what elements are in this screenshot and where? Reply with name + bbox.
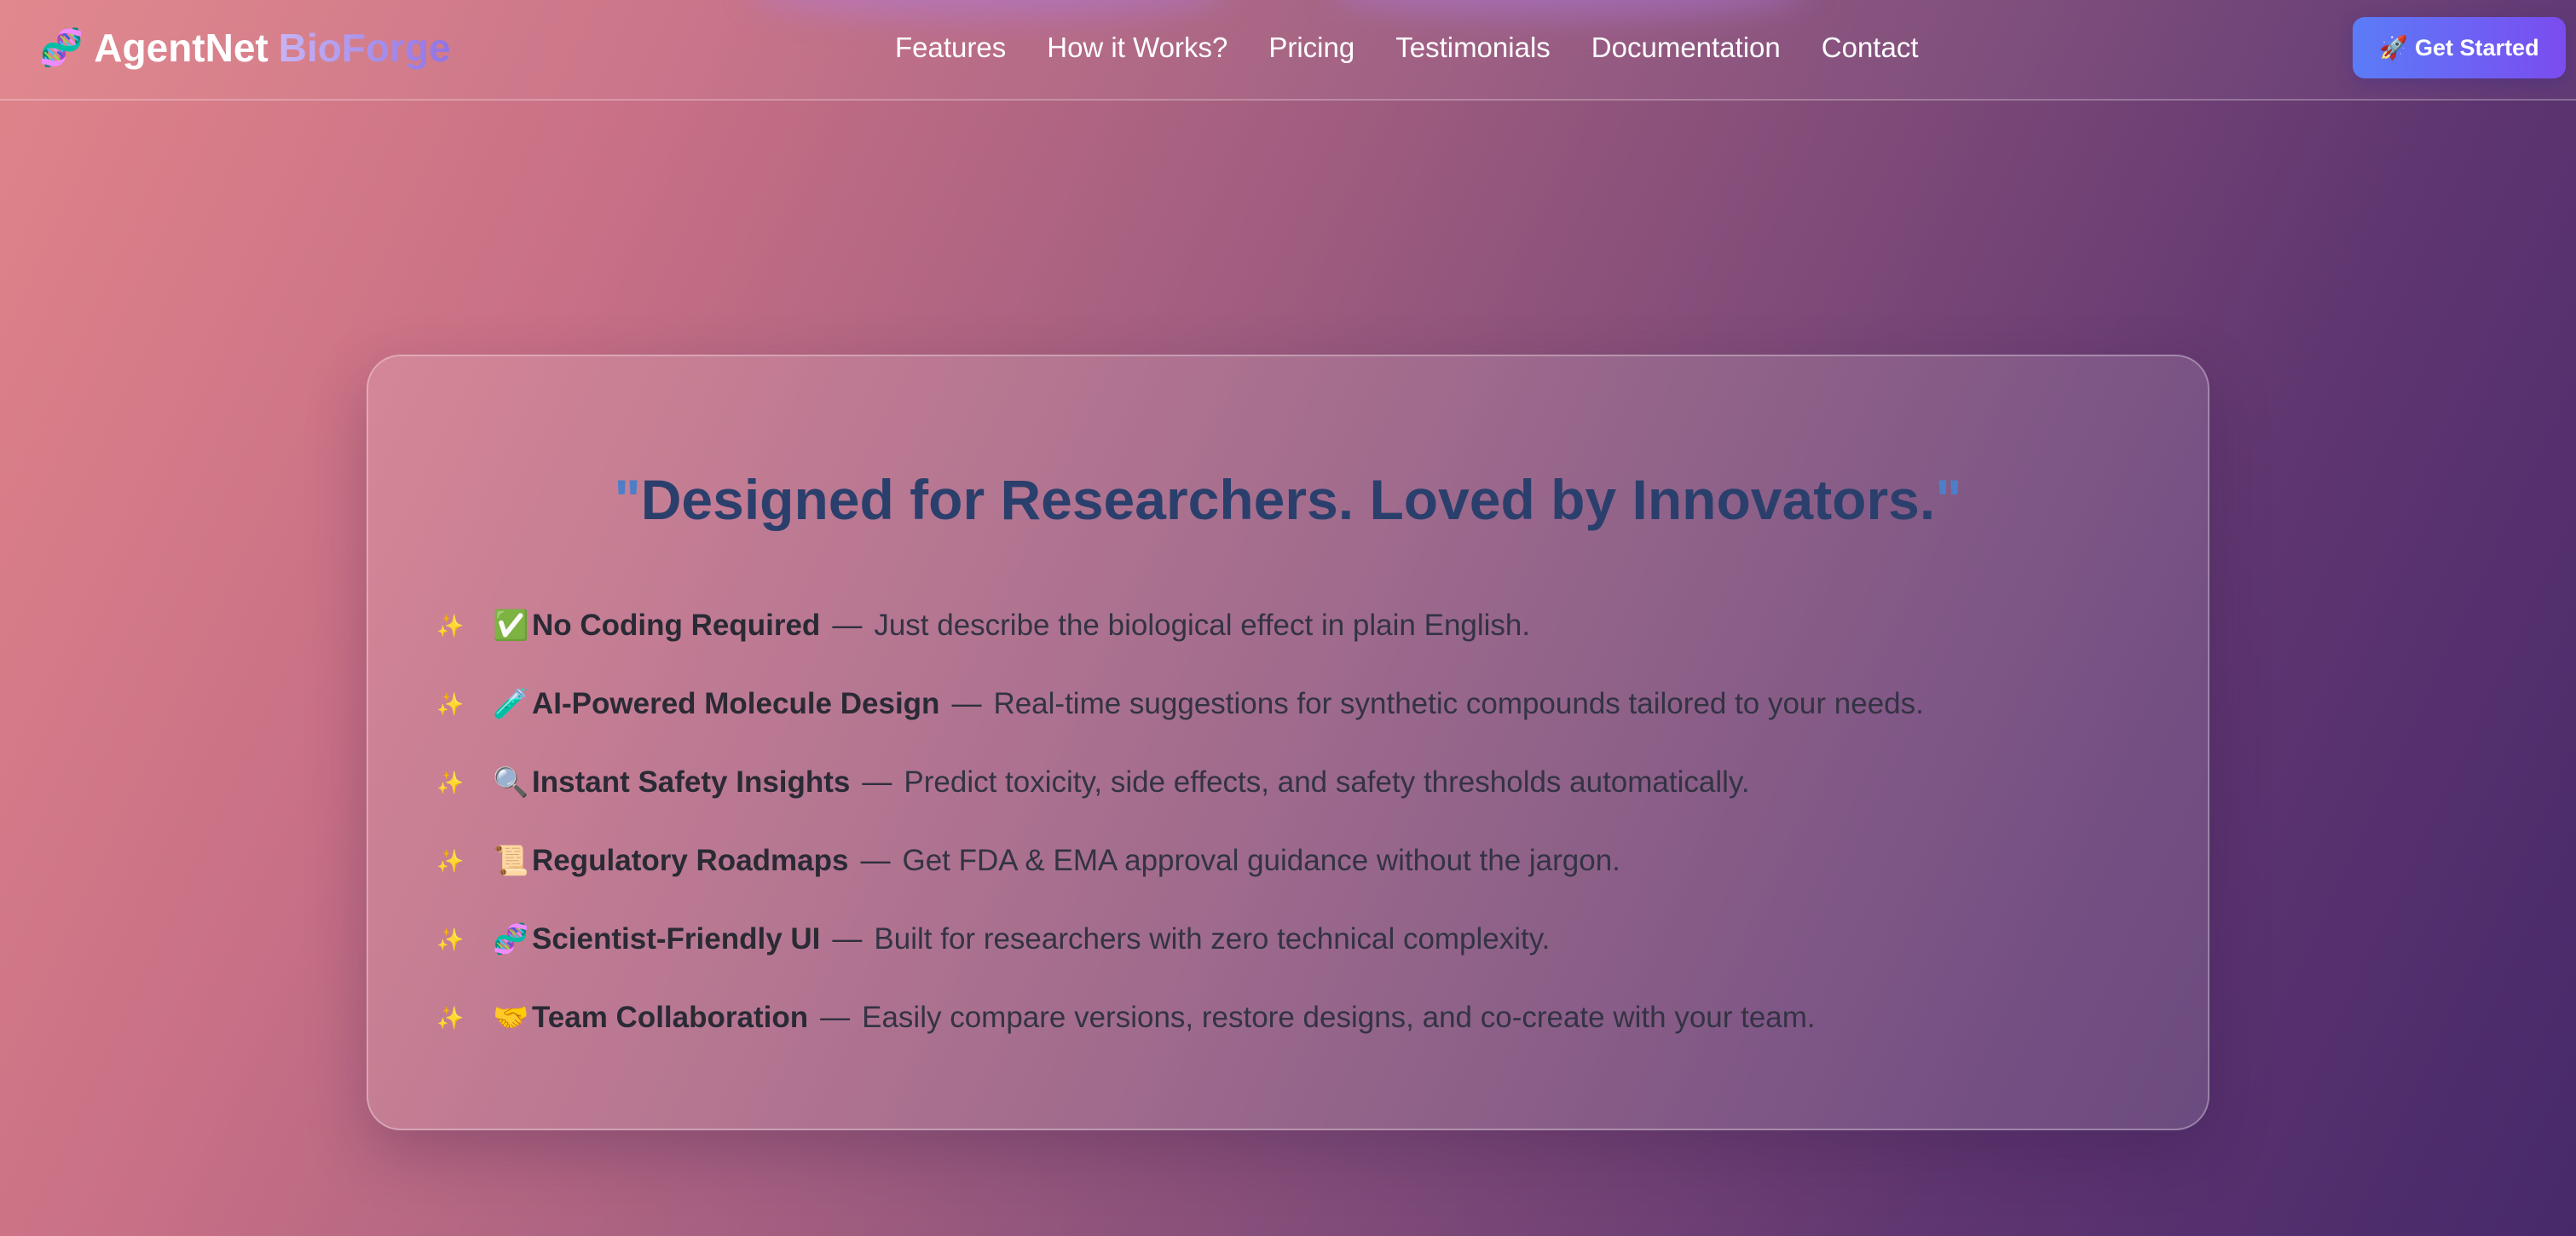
nav-link-how-it-works[interactable]: How it Works? — [1047, 32, 1227, 63]
close-quote: " — [1935, 468, 1962, 531]
sparkle-icon: ✨ — [436, 769, 465, 795]
card-title: "Designed for Researchers. Loved by Inno… — [368, 467, 2208, 532]
nav-item-testimonials: Testimonials — [1395, 32, 1551, 64]
feature-desc: Built for researchers with zero technica… — [874, 922, 1551, 956]
dna-icon: 🧬 — [39, 26, 84, 67]
test-tube-icon: 🧪 — [493, 688, 529, 720]
nav-link-testimonials[interactable]: Testimonials — [1395, 32, 1551, 63]
nav-link-contact[interactable]: Contact — [1822, 32, 1919, 63]
feature-list: ✨ ✅ No Coding Required — Just describe t… — [436, 586, 1924, 1057]
feature-dash: — — [951, 687, 982, 720]
handshake-icon: 🤝 — [493, 1002, 529, 1034]
sparkle-icon: ✨ — [436, 1004, 465, 1031]
get-started-button[interactable]: 🚀 Get Started — [2353, 17, 2566, 78]
feature-item-no-coding: ✨ ✅ No Coding Required — Just describe t… — [436, 586, 1924, 665]
feature-dash: — — [860, 844, 891, 877]
feature-title: Team Collaboration — [532, 1001, 809, 1034]
navbar: 🧬 AgentNet BioForge Features How it Work… — [0, 0, 2576, 101]
feature-dash: — — [832, 922, 863, 956]
nav-item-features: Features — [895, 32, 1006, 64]
nav-link-features[interactable]: Features — [895, 32, 1006, 63]
feature-dash: — — [832, 609, 863, 642]
feature-desc: Easily compare versions, restore designs… — [862, 1001, 1816, 1034]
logo-main-text: AgentNet — [94, 26, 269, 70]
open-quote: " — [614, 468, 641, 531]
logo[interactable]: 🧬 AgentNet BioForge — [39, 22, 451, 73]
sparkle-icon: ✨ — [436, 926, 465, 952]
feature-dash: — — [862, 765, 892, 799]
sparkle-icon: ✨ — [436, 690, 465, 717]
feature-title: AI-Powered Molecule Design — [532, 687, 940, 720]
nav-link-documentation[interactable]: Documentation — [1591, 32, 1781, 63]
nav-link-pricing[interactable]: Pricing — [1268, 32, 1354, 63]
feature-title: Scientist-Friendly UI — [532, 922, 821, 956]
nav-item-how-it-works: How it Works? — [1047, 32, 1227, 64]
card-title-text: Designed for Researchers. Loved by Innov… — [640, 468, 1936, 531]
feature-card: "Designed for Researchers. Loved by Inno… — [367, 355, 2209, 1130]
sparkle-icon: ✨ — [436, 847, 465, 874]
scroll-icon: 📜 — [493, 845, 529, 877]
feature-desc: Just describe the biological effect in p… — [874, 609, 1531, 642]
feature-dash: — — [820, 1001, 851, 1034]
check-icon: ✅ — [493, 609, 529, 642]
nav-links: Features How it Works? Pricing Testimoni… — [895, 27, 1919, 68]
feature-item-collaboration: ✨ 🤝 Team Collaboration — Easily compare … — [436, 979, 1924, 1057]
magnifier-icon: 🔍 — [493, 766, 529, 799]
nav-item-pricing: Pricing — [1268, 32, 1354, 64]
dna-icon: 🧬 — [493, 923, 529, 956]
feature-item-scientist-ui: ✨ 🧬 Scientist-Friendly UI — Built for re… — [436, 900, 1924, 979]
feature-desc: Get FDA & EMA approval guidance without … — [902, 844, 1620, 877]
feature-item-safety-insights: ✨ 🔍 Instant Safety Insights — Predict to… — [436, 743, 1924, 822]
feature-title: Regulatory Roadmaps — [532, 844, 849, 877]
rocket-icon: 🚀 — [2379, 35, 2409, 61]
sparkle-icon: ✨ — [436, 612, 465, 638]
get-started-label: Get Started — [2415, 34, 2539, 61]
feature-item-molecule-design: ✨ 🧪 AI-Powered Molecule Design — Real-ti… — [436, 665, 1924, 743]
feature-item-regulatory: ✨ 📜 Regulatory Roadmaps — Get FDA & EMA … — [436, 822, 1924, 900]
feature-title: Instant Safety Insights — [532, 765, 851, 799]
logo-accent-text: BioForge — [278, 26, 451, 70]
nav-item-contact: Contact — [1822, 32, 1919, 64]
feature-desc: Predict toxicity, side effects, and safe… — [904, 765, 1750, 799]
feature-title: No Coding Required — [532, 609, 821, 642]
nav-item-documentation: Documentation — [1591, 32, 1781, 64]
feature-desc: Real-time suggestions for synthetic comp… — [993, 687, 1924, 720]
